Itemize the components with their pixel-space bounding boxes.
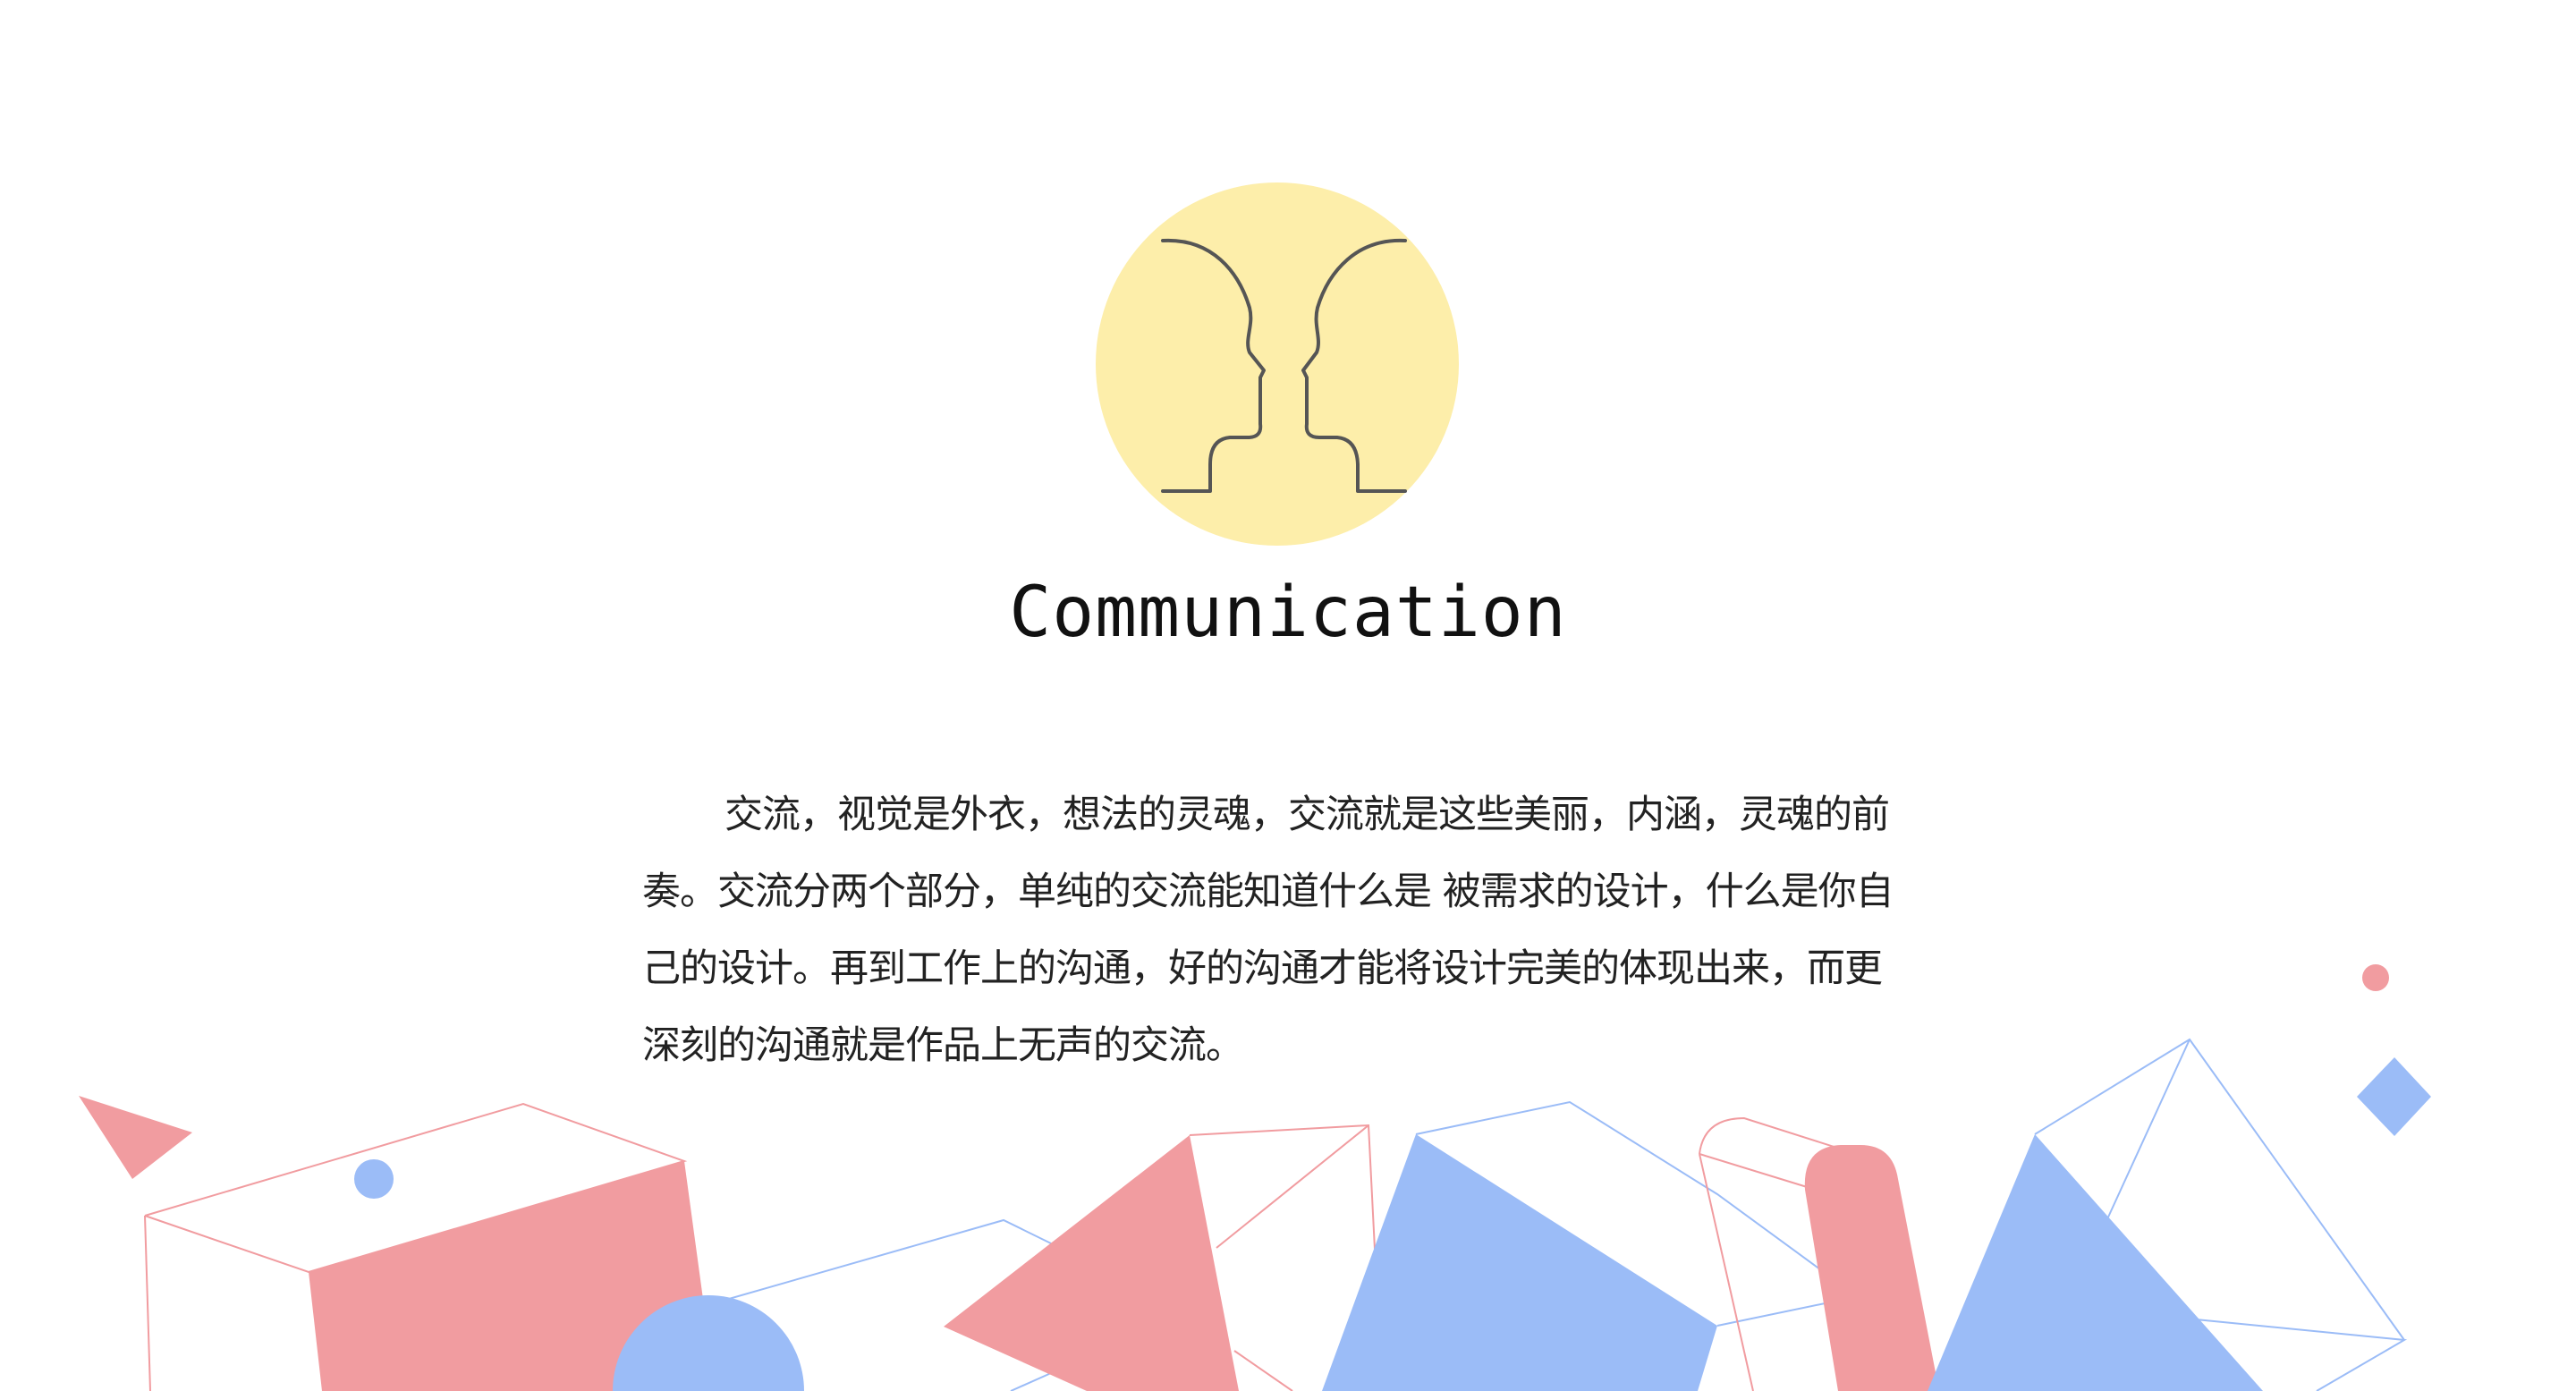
pink-triangle-shape: [79, 1096, 192, 1179]
blue-big-triangle-shape: [1322, 1134, 1717, 1391]
two-faces-icon: [1096, 182, 1459, 546]
pink-pill-shape: [1804, 1145, 1939, 1391]
slide: Communication 交流，视觉是外衣，想法的灵魂，交流就是这些美丽，内涵…: [0, 0, 2576, 1391]
blue-right-triangle-shape: [1928, 1134, 2263, 1391]
body-paragraph: 交流，视觉是外衣，想法的灵魂，交流就是这些美丽，内涵，灵魂的前奏。交流分两个部分…: [642, 793, 1894, 1068]
page-title: Communication: [1009, 573, 1567, 653]
pink-dot-shape: [2362, 964, 2389, 991]
pink-big-triangle-shape: [944, 1135, 1239, 1391]
blue-diamond-shape: [2357, 1057, 2431, 1136]
blue-dot-shape: [354, 1159, 394, 1199]
